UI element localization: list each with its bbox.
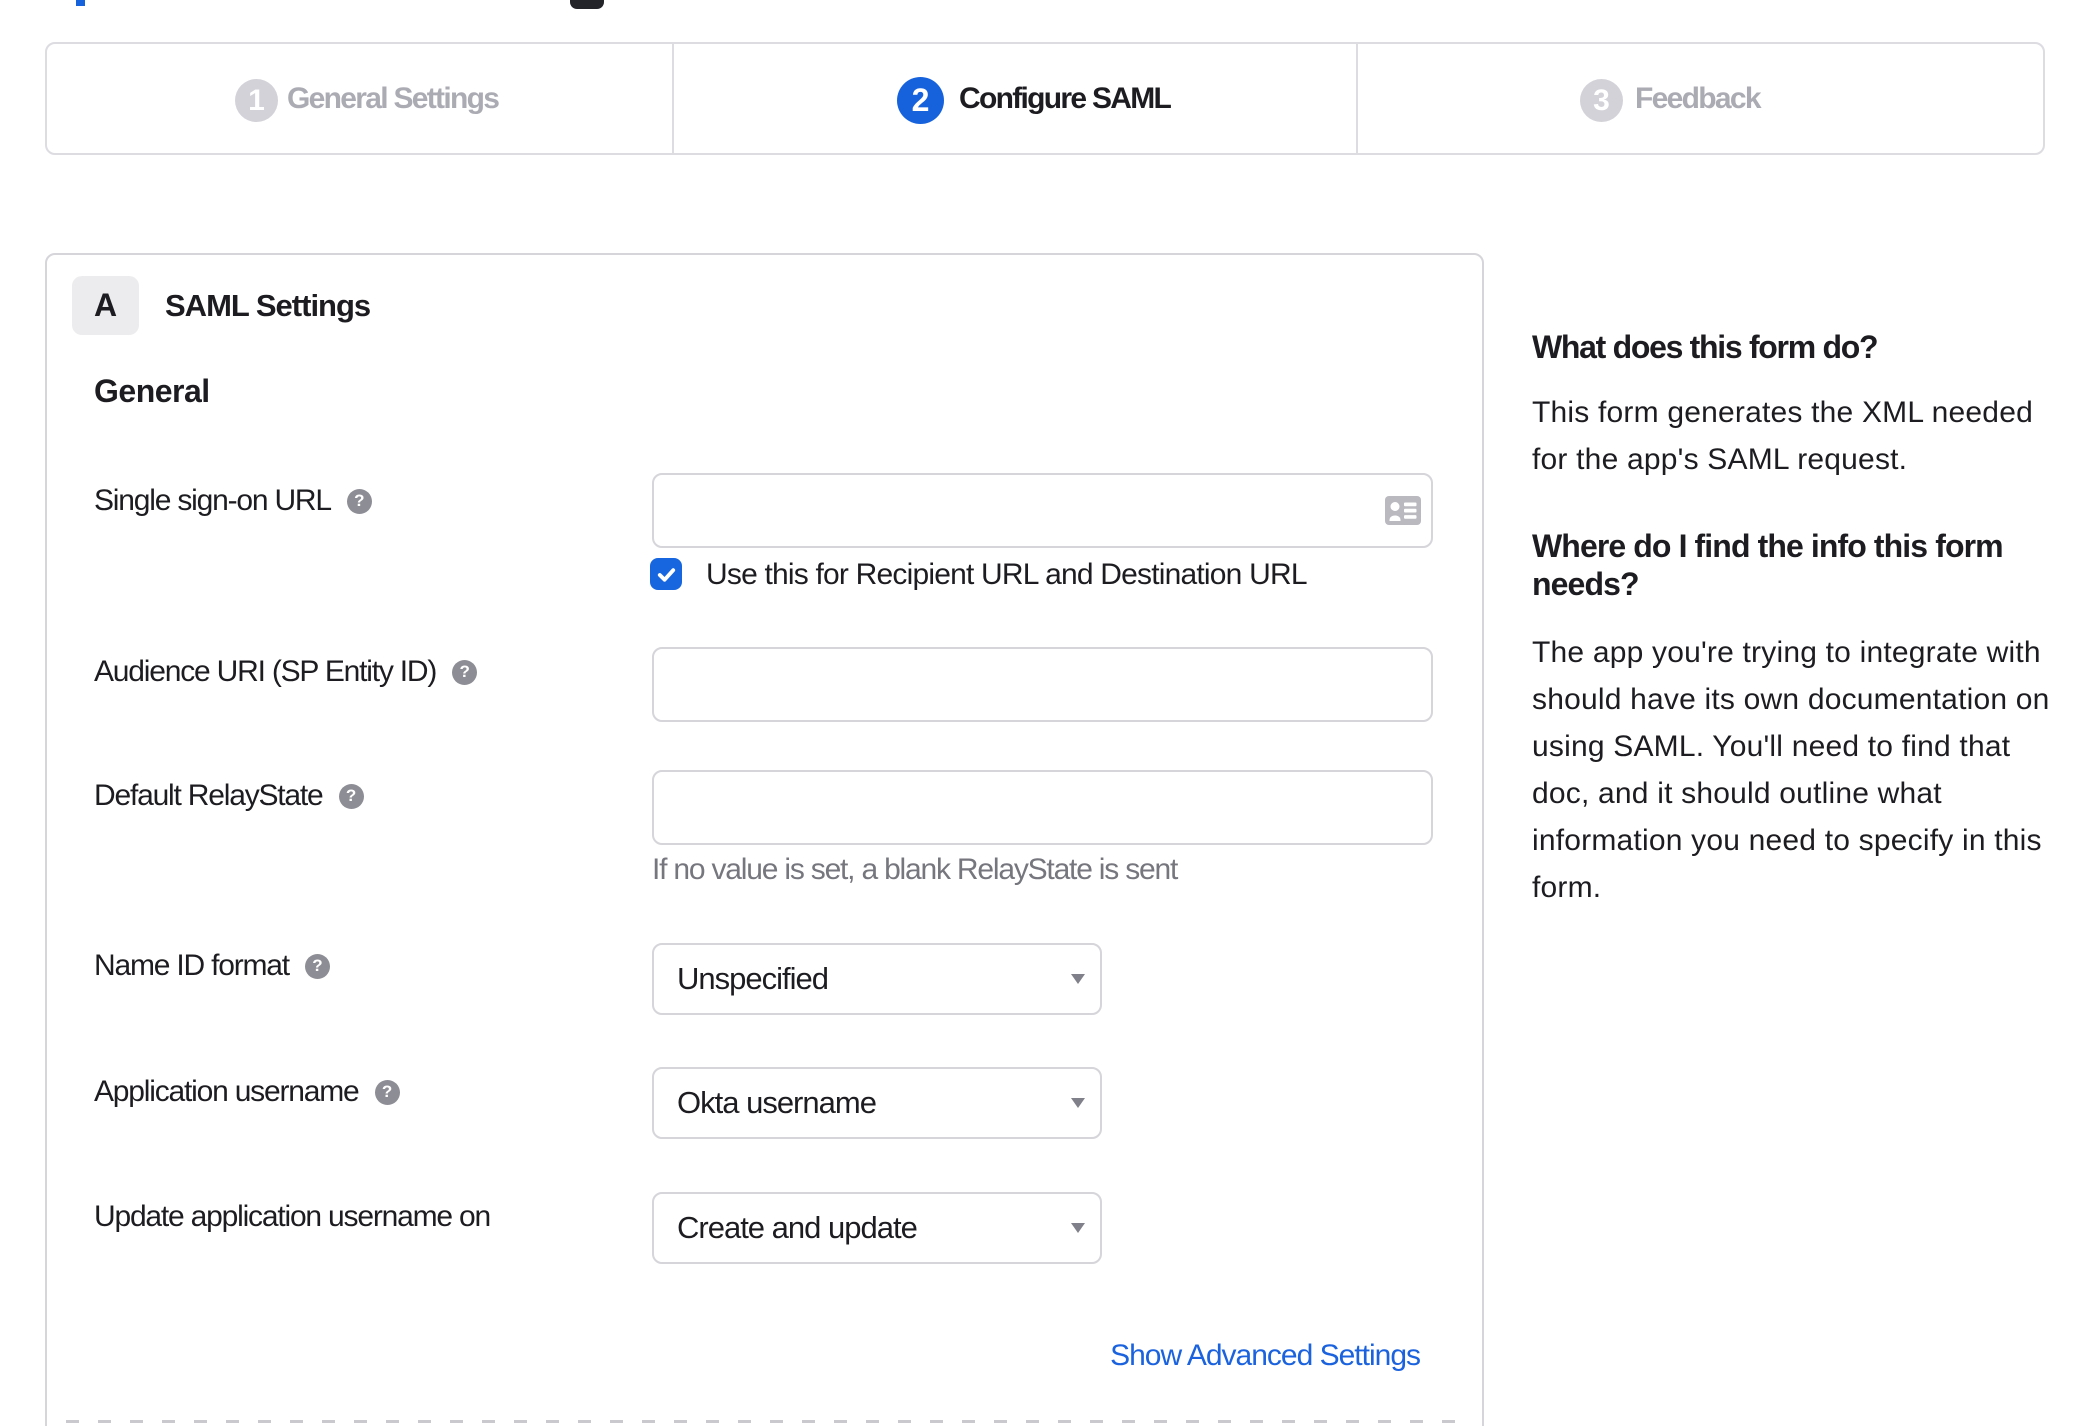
chevron-down-icon bbox=[1071, 974, 1085, 984]
update-username-label: Update application username on bbox=[94, 1200, 491, 1233]
audience-uri-input[interactable] bbox=[652, 647, 1433, 722]
help-icon[interactable]: ? bbox=[452, 659, 478, 685]
checkmark-icon bbox=[657, 567, 675, 582]
step-2-number: 2 bbox=[897, 77, 944, 124]
dashed-divider bbox=[66, 1420, 1469, 1423]
update-username-select[interactable]: Create and update bbox=[652, 1192, 1102, 1264]
application-username-label: Application username ? bbox=[94, 1074, 400, 1110]
sidebar-paragraph-2: The app you're trying to integrate with … bbox=[1532, 636, 2050, 904]
card-title: SAML Settings bbox=[165, 287, 371, 323]
application-username-select[interactable]: Okta username bbox=[652, 1067, 1102, 1139]
cropped-blue-element bbox=[76, 0, 85, 6]
step-3-number: 3 bbox=[1580, 79, 1623, 122]
relaystate-hint: If no value is set, a blank RelayState i… bbox=[652, 853, 1178, 886]
contact-card-icon bbox=[1385, 496, 1421, 525]
cropped-app-logo bbox=[570, 0, 604, 9]
stepper-divider bbox=[1356, 44, 1358, 153]
section-a-badge: A bbox=[72, 276, 139, 335]
show-advanced-settings-link[interactable]: Show Advanced Settings bbox=[1110, 1338, 1421, 1374]
help-icon[interactable]: ? bbox=[374, 1079, 400, 1105]
sidebar-heading-2: Where do I find the info this form needs… bbox=[1532, 528, 2004, 602]
single-sign-on-url-input[interactable] bbox=[652, 473, 1433, 548]
audience-uri-label: Audience URI (SP Entity ID) ? bbox=[94, 654, 478, 690]
single-sign-on-url-label: Single sign-on URL ? bbox=[94, 483, 372, 519]
help-icon[interactable]: ? bbox=[338, 783, 364, 809]
name-id-format-select[interactable]: Unspecified bbox=[652, 943, 1102, 1015]
name-id-format-label: Name ID format ? bbox=[94, 948, 330, 984]
step-1-number: 1 bbox=[235, 79, 278, 122]
use-for-recipient-label: Use this for Recipient URL and Destinati… bbox=[706, 558, 1308, 591]
use-for-recipient-checkbox[interactable] bbox=[650, 558, 682, 590]
wizard-stepper: 1 General Settings 2 Configure SAML 3 Fe… bbox=[45, 42, 2045, 155]
default-relaystate-label: Default RelayState ? bbox=[94, 778, 364, 814]
configure-saml-page: 1 General Settings 2 Configure SAML 3 Fe… bbox=[0, 0, 2092, 1426]
stepper-divider bbox=[672, 44, 674, 153]
help-icon[interactable]: ? bbox=[304, 953, 330, 979]
chevron-down-icon bbox=[1071, 1223, 1085, 1233]
card-header: A SAML Settings bbox=[72, 276, 371, 335]
sidebar-paragraph-1: This form generates the XML needed for t… bbox=[1532, 396, 2033, 476]
sidebar-heading-1: What does this form do? bbox=[1532, 329, 1879, 365]
default-relaystate-input[interactable] bbox=[652, 770, 1433, 845]
general-heading: General bbox=[94, 373, 210, 409]
help-icon[interactable]: ? bbox=[346, 488, 372, 514]
chevron-down-icon bbox=[1071, 1098, 1085, 1108]
